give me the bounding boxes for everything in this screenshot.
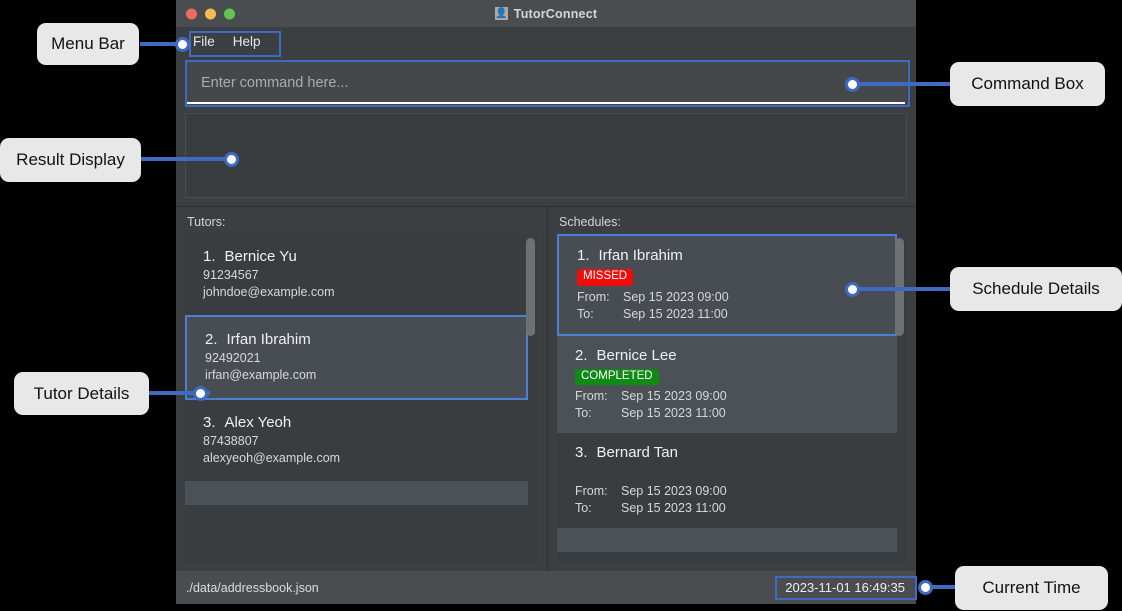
tutors-scrollbar-thumb[interactable] (526, 238, 535, 336)
tutor-name: Bernice Yu (224, 248, 297, 265)
tutor-list-item-selected[interactable]: 2. Irfan Ibrahim 92492021 irfan@example.… (185, 315, 528, 400)
schedule-list-item[interactable]: 2. Bernice Lee COMPLETED From: Sep 15 20… (557, 335, 897, 433)
annotation-line-command-box (856, 82, 956, 86)
annotation-label-current-time: Current Time (955, 566, 1108, 610)
tutor-title: 1. Bernice Yu (203, 248, 528, 265)
tutor-name: Alex Yeoh (224, 414, 292, 431)
maximize-button[interactable] (224, 8, 235, 19)
tutor-index: 2. (205, 331, 218, 348)
schedule-index: 1. (577, 247, 590, 264)
annotation-line-result-display (140, 157, 235, 161)
schedule-from-row: From: Sep 15 2023 09:00 (575, 483, 897, 500)
annotation-dot-current-time (918, 580, 933, 595)
window-title: 👤 TutorConnect (494, 6, 598, 21)
app-window: 👤 TutorConnect File Help Enter command h… (176, 0, 916, 604)
tutor-phone: 87438807 (203, 434, 259, 448)
tutor-index: 1. (203, 248, 216, 265)
tutor-list-item[interactable]: 1. Bernice Yu 91234567 johndoe@example.c… (185, 234, 528, 315)
schedule-from-row: From: Sep 15 2023 09:00 (575, 388, 897, 405)
schedule-index: 2. (575, 346, 588, 364)
result-display-area (176, 105, 916, 198)
schedule-from-label: From: (577, 289, 610, 304)
tutors-scrollbar[interactable] (526, 238, 535, 560)
annotation-line-schedule-details (856, 287, 961, 291)
schedule-name: Bernice Lee (596, 346, 677, 364)
schedule-list-item[interactable]: 3. Bernard Tan From: Sep 15 2023 09:00 T… (557, 433, 897, 528)
annotation-label-tutor-details: Tutor Details (14, 372, 149, 415)
schedule-title: 2. Bernice Lee (575, 347, 897, 364)
annotation-dot-tutor-details (193, 386, 208, 401)
window-titlebar: 👤 TutorConnect (176, 0, 916, 27)
schedule-to-value: Sep 15 2023 11:00 (621, 501, 726, 515)
annotation-label-result-display: Result Display (0, 138, 141, 182)
schedule-index: 3. (575, 444, 588, 461)
status-file-path: ./data/addressbook.json (186, 580, 319, 595)
close-button[interactable] (186, 8, 197, 19)
content-panels: Tutors: 1. Bernice Yu 91234567 johndoe@e… (176, 206, 916, 576)
annotation-dot-command-box (845, 77, 860, 92)
schedule-title: 3. Bernard Tan (575, 444, 897, 461)
menu-bar: File Help (176, 27, 916, 55)
tutor-phone: 92492021 (205, 351, 261, 365)
tutor-email: irfan@example.com (205, 368, 317, 382)
tutor-index: 3. (203, 414, 216, 431)
schedule-from-label: From: (575, 484, 608, 498)
schedule-to-row: To: Sep 15 2023 11:00 (575, 405, 897, 422)
schedule-from-value: Sep 15 2023 09:00 (621, 389, 727, 403)
window-controls[interactable] (186, 8, 235, 19)
command-input-underline (187, 102, 905, 104)
schedule-to-label: To: (577, 306, 594, 321)
annotation-dot-schedule-details (845, 282, 860, 297)
annotation-dot-menu-bar (175, 37, 190, 52)
schedule-to-value: Sep 15 2023 11:00 (623, 306, 728, 321)
schedule-title: 1. Irfan Ibrahim (577, 247, 895, 264)
status-badge: COMPLETED (575, 368, 659, 385)
tutor-name: Irfan Ibrahim (226, 331, 311, 348)
tutor-title: 3. Alex Yeoh (203, 414, 528, 431)
schedule-from-label: From: (575, 389, 608, 403)
schedule-name: Bernard Tan (596, 444, 678, 461)
screenshot-root: 👤 TutorConnect File Help Enter command h… (0, 0, 1122, 611)
tutor-email: alexyeoh@example.com (203, 451, 341, 465)
schedule-from-value: Sep 15 2023 09:00 (621, 484, 727, 498)
schedules-panel: Schedules: 1. Irfan Ibrahim MISSED From:… (548, 207, 916, 576)
tutor-phone: 91234567 (203, 268, 259, 282)
result-display (185, 113, 907, 198)
tutor-list-item-partial[interactable] (185, 481, 528, 505)
status-badge-empty (575, 463, 897, 483)
status-bar: ./data/addressbook.json 2023-11-01 16:49… (176, 571, 916, 604)
annotation-label-command-box: Command Box (950, 62, 1105, 106)
tutors-list[interactable]: 1. Bernice Yu 91234567 johndoe@example.c… (185, 234, 538, 564)
schedule-to-label: To: (575, 406, 592, 420)
schedule-to-value: Sep 15 2023 11:00 (621, 406, 726, 420)
schedule-to-row: To: Sep 15 2023 11:00 (575, 500, 897, 517)
schedule-name: Irfan Ibrahim (598, 247, 683, 264)
tutor-title: 2. Irfan Ibrahim (205, 331, 526, 348)
window-title-text: TutorConnect (513, 6, 598, 21)
annotation-label-menu-bar: Menu Bar (37, 23, 139, 65)
tutors-panel-label: Tutors: (187, 215, 226, 229)
tutors-panel: Tutors: 1. Bernice Yu 91234567 johndoe@e… (176, 207, 548, 576)
schedule-list-item-partial[interactable] (557, 528, 897, 552)
schedule-from-value: Sep 15 2023 09:00 (623, 289, 729, 304)
schedules-panel-label: Schedules: (559, 215, 621, 229)
command-box-area: Enter command here... (176, 55, 916, 105)
tutor-list-item[interactable]: 3. Alex Yeoh 87438807 alexyeoh@example.c… (185, 400, 528, 481)
schedule-to-label: To: (575, 501, 592, 515)
schedule-to-row: To: Sep 15 2023 11:00 (577, 306, 895, 323)
user-icon: 👤 (494, 7, 508, 20)
status-badge: MISSED (577, 269, 634, 286)
status-current-time: 2023-11-01 16:49:35 (785, 580, 905, 595)
tutor-email: johndoe@example.com (203, 285, 335, 299)
minimize-button[interactable] (205, 8, 216, 19)
annotation-label-schedule-details: Schedule Details (950, 267, 1122, 311)
command-input[interactable]: Enter command here... (185, 61, 907, 105)
menu-item-help[interactable]: Help (224, 32, 270, 51)
command-input-placeholder: Enter command here... (201, 75, 349, 91)
menu-item-file[interactable]: File (184, 32, 224, 51)
annotation-dot-result-display (224, 152, 239, 167)
